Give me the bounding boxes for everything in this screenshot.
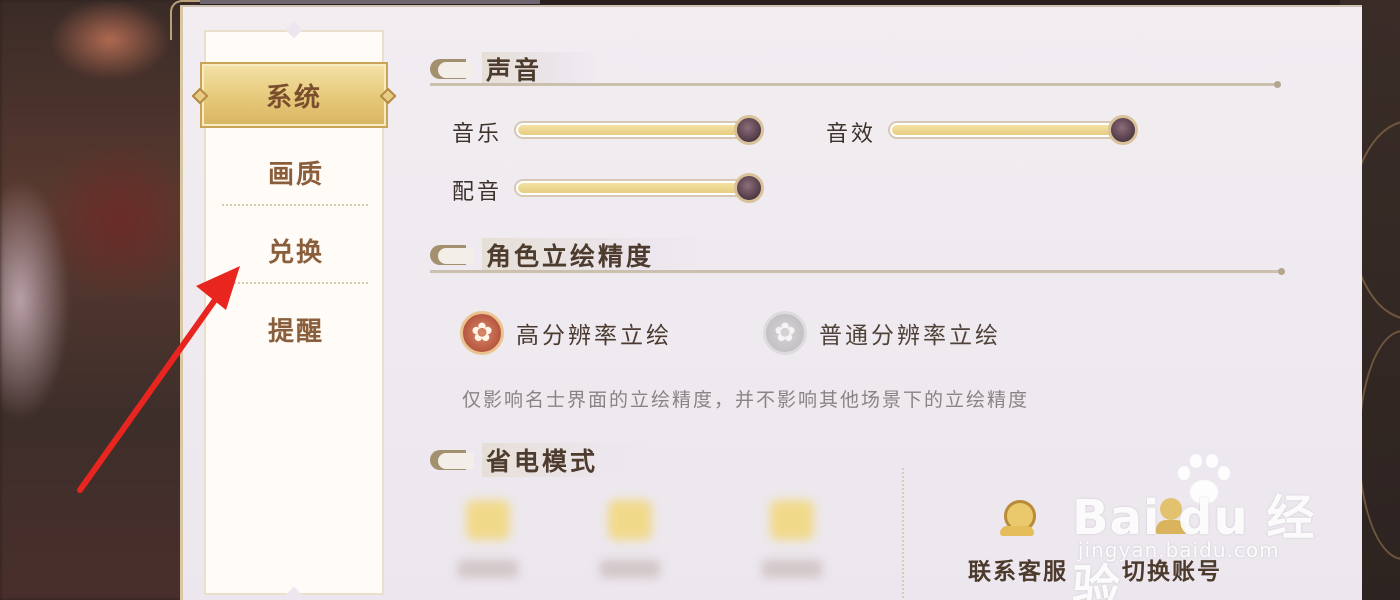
radio-label: 普通分辨率立绘 xyxy=(819,323,1001,349)
slider-knob[interactable] xyxy=(734,173,764,203)
power-mode-label-blurred xyxy=(600,560,660,578)
customer-service-button[interactable]: 联系客服 xyxy=(968,498,1068,586)
game-background-left xyxy=(0,0,200,600)
music-slider[interactable] xyxy=(514,115,764,145)
tab-divider xyxy=(222,282,368,284)
effects-slider[interactable] xyxy=(888,115,1138,145)
vertical-divider xyxy=(902,468,904,598)
power-mode-label-blurred xyxy=(762,560,822,578)
portrait-quality-hint: 仅影响名士界面的立绘精度，并不影响其他场景下的立绘精度 xyxy=(462,389,1030,411)
section-header-portrait-quality: 角色立绘精度 xyxy=(430,238,715,272)
tab-label: 兑换 xyxy=(267,237,324,268)
radio-high-resolution[interactable]: ✿ 高分辨率立绘 xyxy=(460,311,672,355)
baidu-watermark: Bai du 经验 jingyan.baidu.com xyxy=(1072,454,1332,600)
power-mode-icon xyxy=(770,500,814,540)
slider-fill xyxy=(892,125,1114,135)
tab-graphics[interactable]: 画质 xyxy=(206,140,386,204)
slider-fill xyxy=(518,183,740,193)
section-divider xyxy=(430,81,1281,88)
settings-sidebar: 系统 画质 兑换 提醒 xyxy=(191,30,397,595)
section-header-sound: 声音 xyxy=(430,52,603,86)
decorative-ring xyxy=(1358,330,1400,560)
power-mode-label-blurred xyxy=(458,560,518,578)
tab-redeem[interactable]: 兑换 xyxy=(206,218,386,282)
action-label: 联系客服 xyxy=(968,558,1068,585)
voice-label: 配音 xyxy=(452,180,503,205)
scroll-ornament-icon xyxy=(430,56,474,82)
slider-fill xyxy=(518,125,740,135)
section-header-power-saving: 省电模式 xyxy=(430,443,659,477)
tab-label: 系统 xyxy=(265,82,322,113)
headset-icon xyxy=(998,498,1038,538)
flower-radio-icon: ✿ xyxy=(763,311,807,355)
section-title: 省电模式 xyxy=(482,443,659,477)
scroll-ornament-icon xyxy=(430,242,474,268)
section-title: 角色立绘精度 xyxy=(482,238,715,272)
watermark-url: jingyan.baidu.com xyxy=(1078,538,1280,562)
power-mode-option[interactable] xyxy=(762,500,822,590)
power-mode-option[interactable] xyxy=(458,500,518,590)
voice-slider[interactable] xyxy=(514,173,764,203)
effects-label: 音效 xyxy=(826,122,877,147)
panel-top-bar xyxy=(200,0,540,4)
tab-label: 画质 xyxy=(267,159,324,190)
tab-divider xyxy=(222,204,368,206)
radio-normal-resolution[interactable]: ✿ 普通分辨率立绘 xyxy=(763,311,1001,355)
tab-system[interactable]: 系统 xyxy=(191,62,397,128)
tab-label: 提醒 xyxy=(267,316,324,347)
power-mode-icon xyxy=(608,500,652,540)
power-mode-option[interactable] xyxy=(600,500,660,590)
tab-reminder[interactable]: 提醒 xyxy=(206,297,386,361)
flower-radio-icon: ✿ xyxy=(460,311,504,355)
power-mode-icon xyxy=(466,500,510,540)
scroll-ornament-icon xyxy=(430,447,474,473)
music-label: 音乐 xyxy=(452,122,503,147)
radio-label: 高分辨率立绘 xyxy=(516,323,672,349)
section-title: 声音 xyxy=(482,52,603,86)
slider-knob[interactable] xyxy=(734,115,764,145)
slider-knob[interactable] xyxy=(1108,115,1138,145)
section-divider xyxy=(430,268,1285,275)
